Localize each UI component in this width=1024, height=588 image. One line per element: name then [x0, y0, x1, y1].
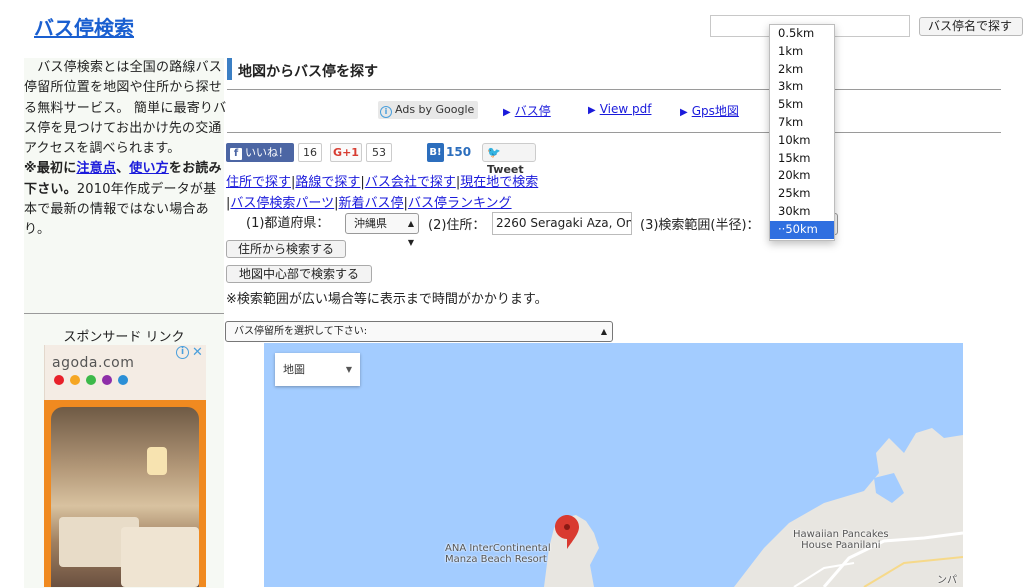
bed-shape	[121, 527, 199, 587]
logo-dot	[102, 375, 112, 385]
map-poi-hotel[interactable]: ANA InterContinental Manza Beach Resort	[445, 543, 551, 565]
nav-search-by-company[interactable]: バス会社で探す	[365, 175, 456, 190]
range-option[interactable]: 5km	[770, 96, 834, 114]
google-plus-button[interactable]: G+1	[330, 143, 362, 162]
range-option[interactable]: 1km	[770, 43, 834, 61]
facebook-like-button[interactable]: f いいね！	[226, 143, 294, 162]
how-to-use-link[interactable]: 使い方	[129, 161, 169, 176]
agoda-logo-dots	[54, 375, 128, 385]
range-option[interactable]: 30km	[770, 203, 834, 221]
range-option[interactable]: 15km	[770, 150, 834, 168]
intro-text: バス停検索とは全国の路線バス停留所位置を地図や住所から探せる無料サービス。 簡単…	[24, 58, 227, 241]
range-option[interactable]: 0.5km	[770, 25, 834, 43]
pin-center	[564, 524, 570, 530]
sponsored-links-title: スポンサード リンク	[63, 330, 185, 345]
section-title: 地図からバス停を探す	[238, 64, 378, 80]
intro-paragraph: バス停検索とは全国の路線バス停留所位置を地図や住所から探せる無料サービス。 簡単…	[24, 60, 227, 157]
map-type-control[interactable]: 地圖 ▼	[275, 353, 360, 386]
logo-dot	[70, 375, 80, 385]
search-method-nav: 住所で探す|路線で探す|バス会社で探す|現在地で検索	[226, 175, 539, 190]
agoda-logo: agoda.com	[52, 355, 135, 371]
nav-bus-stop-parts[interactable]: バス停検索パーツ	[230, 196, 334, 211]
range-option[interactable]: 20km	[770, 167, 834, 185]
facebook-like-count: 16	[298, 143, 322, 162]
ad-link-gps-map[interactable]: ▶ Gps地図	[680, 102, 739, 119]
logo-dot	[86, 375, 96, 385]
nav-new-bus-stops[interactable]: 新着バス停	[339, 196, 404, 211]
address-label: (2)住所：	[428, 218, 486, 233]
nav-search-by-address[interactable]: 住所で探す	[226, 175, 291, 190]
range-option[interactable]: 25km	[770, 185, 834, 203]
tools-nav: |バス停検索パーツ|新着バス停|バス停ランキング	[226, 196, 512, 211]
bus-stop-name-search-button[interactable]: バス停名で探す	[919, 17, 1023, 36]
nav-search-by-route[interactable]: 路線で探す	[295, 175, 360, 190]
search-from-address-button[interactable]: 住所から検索する	[226, 240, 346, 258]
range-option[interactable]: 7km	[770, 114, 834, 132]
divider	[227, 89, 1001, 90]
tweet-button[interactable]: 🐦Tweet	[482, 143, 536, 176]
range-option[interactable]: 10km	[770, 132, 834, 150]
range-dropdown-menu[interactable]: 0.5km 1km 2km 3km 5km 7km 10km 15km 20km…	[769, 24, 835, 241]
hotel-room-photo[interactable]	[51, 407, 199, 587]
play-triangle-icon: ▶	[503, 107, 511, 118]
dropdown-arrow-icon: ▼	[345, 365, 352, 374]
lamp-shape	[147, 447, 167, 475]
ads-by-google-label[interactable]: i Ads by Google	[378, 101, 479, 119]
facebook-icon: f	[230, 148, 242, 160]
hatena-bookmark-button[interactable]: B!	[427, 143, 444, 162]
map-corner-label: ンパ	[937, 575, 957, 586]
prefecture-label: (1)都道府県：	[246, 216, 330, 231]
range-option[interactable]: 2km	[770, 61, 834, 79]
ad-link-view-pdf[interactable]: ▶ View pdf	[588, 102, 651, 116]
play-triangle-icon: ▶	[680, 107, 688, 118]
hatena-bookmark-count[interactable]: 150	[446, 143, 476, 162]
address-input[interactable]: 2260 Seragaki Aza, Onna	[492, 212, 632, 235]
ad-info-icon[interactable]: i	[176, 346, 189, 359]
search-map-center-button[interactable]: 地図中心部で検索する	[226, 265, 372, 283]
range-option[interactable]: 3km	[770, 78, 834, 96]
google-plus-count: 53	[366, 143, 392, 162]
range-label: (3)検索範囲(半径)：	[640, 218, 760, 233]
info-icon: i	[380, 106, 392, 118]
bus-stop-select[interactable]: バス停留所を選択して下さい:▲▼	[225, 321, 613, 355]
logo-dot	[118, 375, 128, 385]
sidebar-divider	[24, 313, 224, 314]
site-title[interactable]: バス停検索	[34, 12, 134, 41]
map-poi-pancakes[interactable]: Hawaiian Pancakes House Paanilani	[793, 529, 889, 551]
nav-bus-stop-ranking[interactable]: バス停ランキング	[408, 196, 512, 211]
wait-time-note: ※検索範囲が広い場合等に表示まで時間がかかります。	[226, 292, 548, 307]
divider	[227, 132, 1001, 133]
ad-close-icon[interactable]: ✕	[192, 345, 203, 360]
caution-link[interactable]: 注意点	[76, 161, 116, 176]
select-arrows-icon: ▲▼	[407, 219, 414, 247]
range-option-selected[interactable]: ··50km	[770, 220, 834, 239]
play-triangle-icon: ▶	[588, 105, 596, 116]
prefecture-select[interactable]: 沖縄県 ▲ ▼	[345, 213, 419, 247]
nav-search-current-location[interactable]: 現在地で検索	[460, 175, 538, 190]
section-accent-bar	[227, 58, 232, 80]
twitter-bird-icon: 🐦	[487, 146, 501, 159]
logo-dot	[54, 375, 64, 385]
ad-link-bus-stop[interactable]: ▶ バス停	[503, 102, 551, 119]
